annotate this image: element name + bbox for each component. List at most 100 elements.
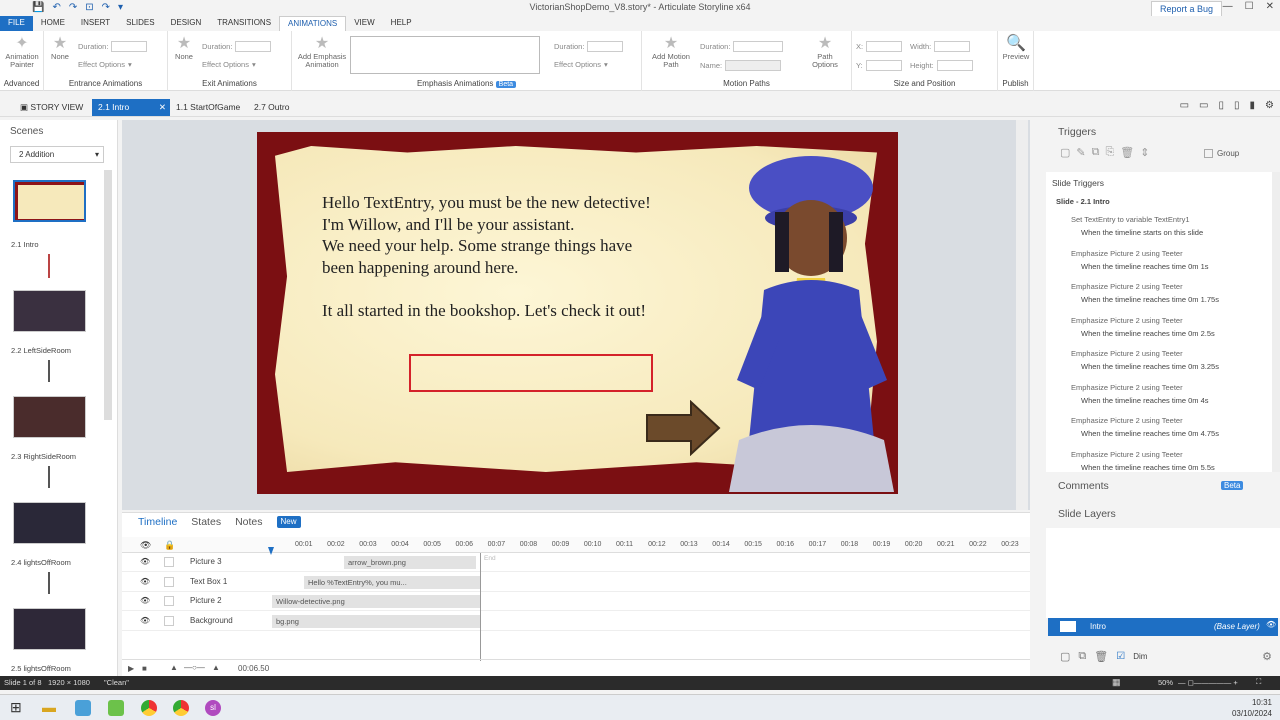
trigger-condition[interactable]: When the timeline reaches time 0m 5.5s	[1081, 463, 1215, 472]
emphasis-gallery[interactable]	[350, 36, 540, 74]
lock-checkbox[interactable]	[164, 615, 174, 626]
tab-states[interactable]: States	[191, 516, 221, 528]
width-field[interactable]: Width:	[910, 41, 971, 52]
duplicate-layer-icon[interactable]: ⧉	[1078, 650, 1086, 663]
delete-trigger-icon[interactable]: 🗑	[1120, 146, 1134, 159]
motion-name[interactable]: Name:	[700, 60, 782, 71]
slide-text-box[interactable]: Hello TextEntry, you must be the new det…	[322, 192, 651, 321]
add-motion-path-button[interactable]: ★ Add Motion Path	[648, 35, 694, 69]
paste-trigger-icon[interactable]: ⎘	[1105, 146, 1114, 159]
trigger-action[interactable]: Emphasize Picture 2 using Teeter	[1071, 349, 1183, 358]
trigger-action[interactable]: Set TextEntry to variable TextEntry1	[1071, 215, 1190, 224]
text-entry-field[interactable]	[409, 354, 653, 392]
phone-portrait-icon[interactable]: ▯	[1234, 100, 1240, 111]
app-icon[interactable]	[75, 700, 91, 716]
group-checkbox[interactable]	[1204, 149, 1213, 158]
motion-duration[interactable]: Duration:	[700, 41, 784, 52]
emphasis-duration-input[interactable]	[587, 41, 624, 52]
preview-button[interactable]: 🔍 Preview	[1000, 35, 1032, 61]
eye-icon[interactable]: 👁	[140, 557, 150, 566]
slide[interactable]: Hello TextEntry, you must be the new det…	[257, 132, 898, 494]
trigger-condition[interactable]: When the timeline reaches time 0m 2.5s	[1081, 329, 1215, 338]
tab-timeline[interactable]: Timeline	[138, 516, 177, 528]
height-field[interactable]: Height:	[910, 60, 973, 71]
width-input[interactable]	[934, 41, 971, 52]
zoom-slider[interactable]: — ◻————— +	[1178, 678, 1238, 687]
entrance-none-button[interactable]: ★ None	[48, 35, 72, 61]
trigger-condition[interactable]: When the timeline starts on this slide	[1081, 228, 1203, 237]
timeline-row[interactable]: 👁 Picture 2 Willow-detective.png	[122, 592, 1030, 611]
tab-story-view[interactable]: ▣ STORY VIEW	[14, 99, 89, 116]
triggers-scrollbar[interactable]	[1272, 172, 1280, 472]
canvas-scrollbar[interactable]	[1016, 120, 1028, 510]
lock-icon[interactable]: 🔒	[164, 540, 175, 551]
eye-icon[interactable]: 👁	[140, 577, 150, 586]
trigger-condition[interactable]: When the timeline reaches time 0m 4s	[1081, 396, 1209, 405]
brown-arrow-image[interactable]	[645, 400, 721, 456]
phone-icon[interactable]: ▮	[1250, 100, 1256, 111]
move-trigger-icon[interactable]: ⇕	[1140, 146, 1149, 159]
motion-duration-input[interactable]	[733, 41, 784, 52]
timeline-bar[interactable]: bg.png	[272, 614, 480, 628]
trigger-action[interactable]: Emphasize Picture 2 using Teeter	[1071, 282, 1183, 291]
scene-thumb-intro[interactable]	[13, 180, 86, 222]
storyline-icon[interactable]: sl	[205, 700, 221, 716]
exit-duration[interactable]: Duration:	[202, 41, 272, 52]
scene-thumb-leftsideroom[interactable]	[13, 290, 86, 332]
dim-checkbox[interactable]: ☑	[1116, 651, 1125, 662]
trigger-condition[interactable]: When the timeline reaches time 0m 4.75s	[1081, 429, 1219, 438]
tab-help[interactable]: HELP	[383, 16, 420, 31]
tab-1-1-startofgame[interactable]: 1.1 StartOfGame	[170, 99, 246, 116]
emphasis-effect-options[interactable]: Effect Options ▾	[554, 60, 608, 69]
scene-thumb-lightsoff-2[interactable]	[13, 608, 86, 650]
scene-dropdown[interactable]: 2 Addition ▾	[10, 146, 104, 163]
delete-layer-icon[interactable]: 🗑	[1094, 650, 1108, 663]
tab-design[interactable]: DESIGN	[163, 16, 210, 31]
lock-checkbox[interactable]	[164, 596, 174, 606]
desktop-view-icon[interactable]: ▭	[1180, 100, 1189, 111]
tab-2-7-outro[interactable]: 2.7 Outro	[248, 99, 295, 116]
tab-transitions[interactable]: TRANSITIONS	[209, 16, 279, 31]
y-input[interactable]	[865, 60, 902, 71]
slide-trigger-group[interactable]: Slide - 2.1 Intro	[1056, 197, 1110, 206]
timeline-row[interactable]: 👁 Picture 3 arrow_brown.png	[122, 553, 1030, 572]
timeline-bar[interactable]: Willow-detective.png	[272, 595, 480, 608]
chrome-icon[interactable]	[173, 700, 189, 716]
tab-home[interactable]: HOME	[33, 16, 73, 31]
trigger-action[interactable]: Emphasize Picture 2 using Teeter	[1071, 450, 1183, 459]
fit-icon[interactable]: ⛶	[1256, 677, 1261, 687]
normal-view-icon[interactable]: ▦	[1112, 677, 1121, 688]
x-input[interactable]	[866, 41, 903, 52]
new-layer-icon[interactable]: ▢	[1060, 650, 1070, 663]
play-icon[interactable]: ▶	[128, 664, 134, 673]
layer-settings-icon[interactable]: ⚙	[1262, 650, 1272, 663]
eye-icon[interactable]: 👁	[140, 540, 151, 551]
path-options-button[interactable]: ★ Path Options	[808, 35, 842, 69]
close-tab-icon[interactable]: ✕	[159, 102, 166, 113]
tab-2-1-intro[interactable]: 2.1 Intro ✕	[92, 99, 170, 116]
timeline-row[interactable]: 👁 Background bg.png	[122, 612, 1030, 631]
trigger-condition[interactable]: When the timeline reaches time 0m 1.75s	[1081, 295, 1219, 304]
settings-icon[interactable]: ⚙	[1265, 100, 1274, 111]
group-toggle[interactable]: Group	[1204, 149, 1239, 158]
tab-animations[interactable]: ANIMATIONS	[279, 16, 347, 31]
scenes-scrollbar[interactable]	[104, 170, 112, 420]
scene-thumb-lightsoff-1[interactable]	[13, 502, 86, 544]
chrome-icon[interactable]	[141, 700, 157, 716]
tab-slides[interactable]: SLIDES	[118, 16, 162, 31]
file-explorer-icon[interactable]: ▬	[42, 699, 56, 715]
eye-icon[interactable]: 👁	[140, 596, 150, 605]
exit-effect-options[interactable]: Effect Options ▾	[202, 60, 256, 69]
emphasis-duration[interactable]: Duration:	[554, 41, 624, 52]
lock-checkbox[interactable]	[164, 557, 174, 567]
base-layer-row[interactable]: Intro (Base Layer) 👁	[1048, 618, 1278, 636]
app-icon[interactable]	[108, 700, 124, 716]
exit-none-button[interactable]: ★ None	[172, 35, 196, 61]
trigger-action[interactable]: Emphasize Picture 2 using Teeter	[1071, 383, 1183, 392]
trigger-condition[interactable]: When the timeline reaches time 0m 1s	[1081, 262, 1209, 271]
zoom-out-icon[interactable]: ▲	[170, 663, 178, 672]
trigger-action[interactable]: Emphasize Picture 2 using Teeter	[1071, 316, 1183, 325]
close-icon[interactable]: ✕	[1266, 1, 1274, 12]
tab-insert[interactable]: INSERT	[73, 16, 118, 31]
exit-duration-input[interactable]	[235, 41, 272, 52]
